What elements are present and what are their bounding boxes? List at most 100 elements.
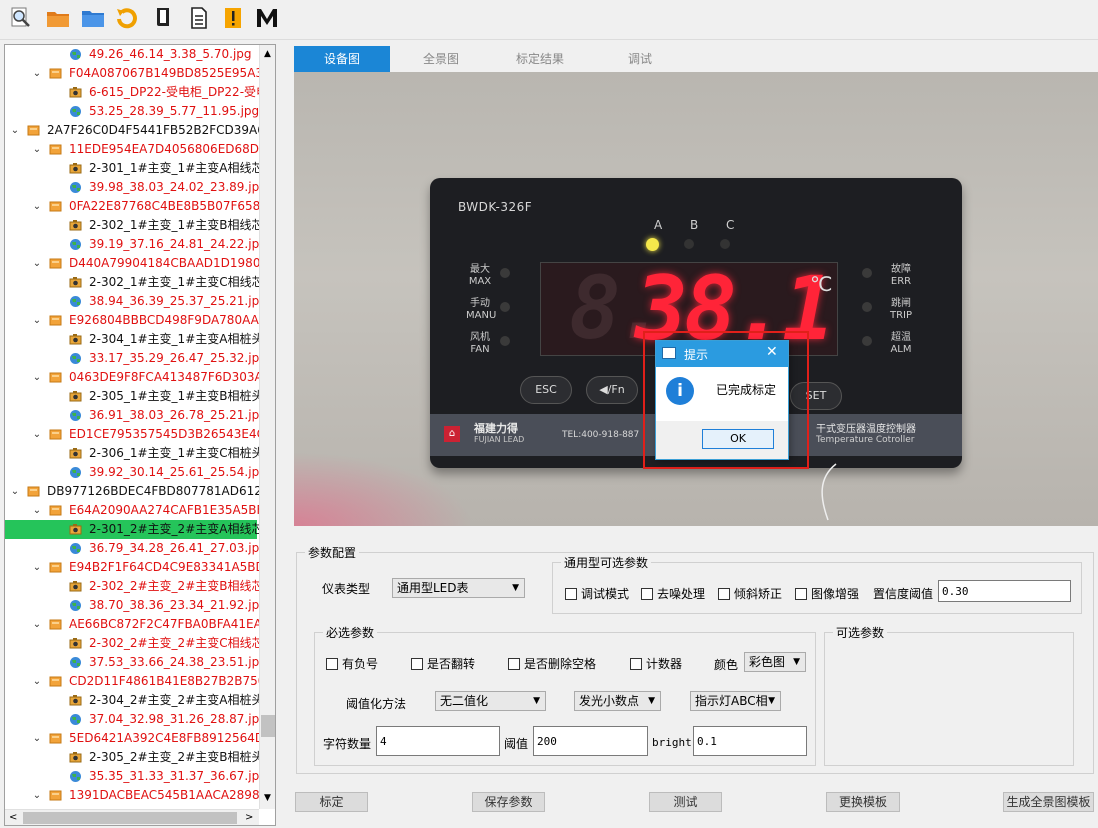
tree-row[interactable]: 35.35_31.33_31.37_36.67.jpg [5,767,267,786]
tree-row[interactable]: 2-302_1#主变_1#主变B相线芯 [5,216,263,235]
tab-calibration-result[interactable]: 标定结果 [492,46,588,72]
open-folder-icon[interactable] [45,4,71,32]
checkbox-box[interactable] [718,587,730,600]
m-icon[interactable] [254,4,280,32]
replace-template-button[interactable]: 更换模板 [826,792,900,812]
negative-sign-checkbox[interactable]: 有负号 [326,655,378,672]
calibrate-button[interactable]: 标定 [295,792,368,812]
hscroll-thumb[interactable] [23,812,237,824]
scroll-up-icon[interactable]: ▲ [264,49,271,59]
checkbox-box[interactable] [795,587,807,600]
debug-mode-checkbox[interactable]: 调试模式 [565,585,629,602]
tree-row[interactable]: 53.25_28.39_5.77_11.95.jpg [5,102,259,121]
tree-row[interactable]: 2-302_2#主变_2#主变C相线芯 [5,634,264,653]
ok-button[interactable]: OK [702,429,774,449]
scroll-left-icon[interactable]: < [9,812,17,823]
tree-row[interactable]: ⌄ 5ED6421A392C4E8FB8912564DE [5,729,272,748]
tree-row[interactable]: 2-304_2#主变_2#主变A相桩头 [5,691,263,710]
tree-row[interactable]: 2-306_1#主变_1#主变C相桩头 [5,444,264,463]
tree-row[interactable]: 2-301_1#主变_1#主变A相线芯 [5,159,263,178]
flip-checkbox[interactable]: 是否翻转 [411,655,475,672]
tree-row[interactable]: ⌄ E926804BBBCD498F9DA780AAE [5,311,267,330]
delete-space-checkbox[interactable]: 是否删除空格 [508,655,596,672]
tilt-correct-checkbox[interactable]: 倾斜矫正 [718,585,782,602]
expand-chevron-icon[interactable]: ⌄ [31,672,43,691]
tree-row[interactable]: 38.94_36.39_25.37_25.21.jpg [5,292,267,311]
tree-row[interactable]: ⌄ ED1CE795357545D3B26543E4C [5,425,265,444]
search-icon[interactable] [8,4,34,32]
tree-row[interactable]: 38.70_38.36_23.34_21.92.jpg [5,596,267,615]
folder-icon[interactable] [80,4,106,32]
tree-row[interactable]: 39.19_37.16_24.81_24.22.jpg [5,235,267,254]
tree-row[interactable]: 2-305_1#主变_1#主变B相桩头 [5,387,263,406]
book-icon[interactable] [150,4,176,32]
expand-chevron-icon[interactable]: ⌄ [31,140,43,159]
tree-row[interactable]: 37.04_32.98_31.26_28.87.jpg [5,710,267,729]
dialog-titlebar[interactable]: 提示 ✕ [656,341,788,367]
tree-vertical-scrollbar[interactable]: ▲ ▼ [259,45,275,809]
threshold-method-select[interactable]: 无二值化 ▼ [435,691,546,711]
tree-row[interactable]: ⌄ E94B2F1F64CD4C9E83341A5BD9 [5,558,273,577]
expand-chevron-icon[interactable]: ⌄ [31,254,43,273]
tree-row[interactable]: 33.17_35.29_26.47_25.32.jpg [5,349,267,368]
save-params-button[interactable]: 保存参数 [472,792,545,812]
expand-chevron-icon[interactable]: ⌄ [31,425,43,444]
confidence-input[interactable]: 0.30 [938,580,1071,602]
color-select[interactable]: 彩色图 ▼ [744,652,806,672]
refresh-icon[interactable] [114,4,140,32]
tree-row[interactable]: 2-304_1#主变_1#主变A相桩头 [5,330,263,349]
file-tree[interactable]: 49.26_46.14_3.38_5.70.jpg ⌄ F04A087067B149… [4,44,276,826]
checkbox-box[interactable] [565,587,577,600]
tree-row[interactable]: 39.98_38.03_24.02_23.89.jpg [5,178,267,197]
scroll-right-icon[interactable]: > [245,812,253,823]
threshold-input[interactable]: 200 [533,726,648,756]
tree-row[interactable]: ⌄ AE66BC872F2C47FBA0BFA41EA9 [5,615,270,634]
tree-row-selected[interactable]: 2-301_2#主变_2#主变A相线芯 [5,520,263,539]
tree-row[interactable]: ⌄ 1391DACBEAC545B1AACA28983 [5,786,267,805]
char-count-input[interactable]: 4 [376,726,500,756]
tree-row[interactable]: ⌄ F04A087067B149BD8525E95A3B [5,64,271,83]
expand-chevron-icon[interactable]: ⌄ [31,786,43,805]
close-icon[interactable]: ✕ [766,344,778,360]
tree-row[interactable]: 2-302_2#主变_2#主变B相线芯 [5,577,263,596]
tree-row[interactable]: 2-305_2#主变_2#主变B相桩头 [5,748,263,767]
expand-chevron-icon[interactable]: ⌄ [31,729,43,748]
tree-horizontal-scrollbar[interactable]: < > [5,809,259,825]
tree-row[interactable]: 6-615_DP22-受电柜_DP22-受电 [5,83,268,102]
checkbox-box[interactable] [508,657,520,670]
generate-panorama-template-button[interactable]: 生成全景图模板 [1003,792,1094,812]
tree-row[interactable]: 36.79_34.28_26.41_27.03.jpg [5,539,267,558]
message-dialog[interactable]: 提示 ✕ i 已完成标定 OK [655,340,789,460]
checkbox-box[interactable] [411,657,423,670]
checkbox-box[interactable] [630,657,642,670]
tree-row[interactable]: 39.92_30.14_25.61_25.54.jpg [5,463,267,482]
tree-row[interactable]: ⌄ D440A79904184CBAAD1D19804 [5,254,268,273]
expand-chevron-icon[interactable]: ⌄ [9,482,21,501]
tab-panorama[interactable]: 全景图 [393,46,489,72]
expand-chevron-icon[interactable]: ⌄ [9,121,21,140]
tree-row[interactable]: ⌄ DB977126BDEC4FBD807781AD612C [5,482,270,501]
document-icon[interactable] [186,4,212,32]
checkbox-box[interactable] [326,657,338,670]
expand-chevron-icon[interactable]: ⌄ [31,615,43,634]
tree-row[interactable]: 2-302_1#主变_1#主变C相线芯 [5,273,264,292]
tree-row[interactable]: ⌄ 11EDE954EA7D4056806ED68D8 [5,140,267,159]
bright-input[interactable]: 0.1 [693,726,807,756]
warning-icon[interactable] [220,4,246,32]
indicator-phase-select[interactable]: 指示灯ABC相 ▼ [690,691,781,711]
tree-row[interactable]: ⌄ CD2D11F4861B41E8B27B2B750C [5,672,274,691]
decimal-point-select[interactable]: 发光小数点 ▼ [574,691,661,711]
scroll-down-icon[interactable]: ▼ [264,793,271,803]
tree-row[interactable]: ⌄ E64A2090AA274CAFB1E35A5BFF [5,501,271,520]
counter-checkbox[interactable]: 计数器 [630,655,682,672]
expand-chevron-icon[interactable]: ⌄ [31,311,43,330]
expand-chevron-icon[interactable]: ⌄ [31,197,43,216]
tab-device-image[interactable]: 设备图 [294,46,390,72]
image-enhance-checkbox[interactable]: 图像增强 [795,585,859,602]
tree-row[interactable]: ⌄ 0463DE9F8FCA413487F6D303AC [5,368,271,387]
expand-chevron-icon[interactable]: ⌄ [31,64,43,83]
test-button[interactable]: 测试 [649,792,722,812]
scroll-thumb[interactable] [261,715,275,737]
tree-row[interactable]: 36.91_38.03_26.78_25.21.jpg [5,406,267,425]
expand-chevron-icon[interactable]: ⌄ [31,558,43,577]
